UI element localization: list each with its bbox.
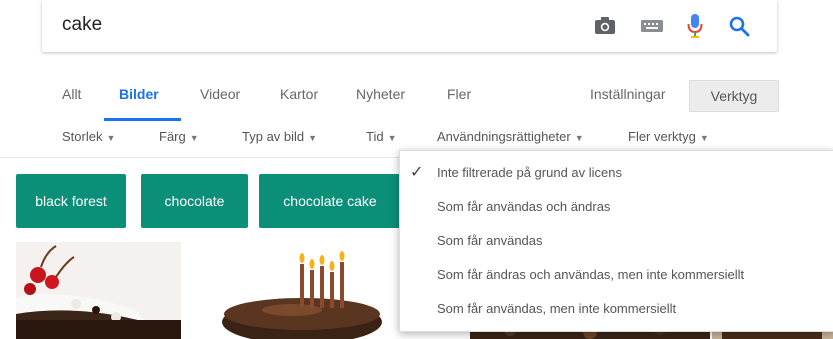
filter-usage-rights[interactable]: Användningsrättigheter ▼ xyxy=(437,129,584,144)
tab-all[interactable]: Allt xyxy=(62,86,81,102)
menu-item-reuse[interactable]: Som får användas xyxy=(400,224,833,258)
image-result-cherry-cake[interactable] xyxy=(16,242,181,339)
image-result-birthday-cake[interactable] xyxy=(192,242,399,339)
filter-bar: Storlek ▼ Färg ▼ Typ av bild ▼ Tid ▼ Användn… xyxy=(0,120,833,154)
chip-black-forest[interactable]: black forest xyxy=(16,174,126,228)
filter-more-tools[interactable]: Fler verktyg ▼ xyxy=(628,129,709,144)
microphone-icon[interactable] xyxy=(682,13,708,39)
menu-item-not-filtered[interactable]: ✓ Inte filtrerade på grund av licens xyxy=(400,156,833,190)
caret-down-icon: ▼ xyxy=(574,133,584,143)
caret-down-icon: ▼ xyxy=(308,133,318,143)
caret-down-icon: ▼ xyxy=(387,133,397,143)
tab-more[interactable]: Fler xyxy=(447,86,471,102)
search-tabs: Allt Bilder Videor Kartor Nyheter Fler I… xyxy=(0,72,833,122)
menu-item-reuse-noncommercial[interactable]: Som får användas, men inte kommersiellt xyxy=(400,292,833,326)
menu-item-reuse-modify[interactable]: Som får användas och ändras xyxy=(400,190,833,224)
camera-icon[interactable] xyxy=(592,13,618,39)
usage-rights-menu: ✓ Inte filtrerade på grund av licens Som… xyxy=(399,150,833,332)
caret-down-icon: ▼ xyxy=(106,133,116,143)
filter-type[interactable]: Typ av bild ▼ xyxy=(242,129,317,144)
checkmark-icon: ✓ xyxy=(410,164,424,181)
keyboard-icon[interactable] xyxy=(639,13,665,39)
chip-chocolate[interactable]: chocolate xyxy=(141,174,248,228)
search-box[interactable]: cake xyxy=(42,0,777,52)
filter-size[interactable]: Storlek ▼ xyxy=(62,129,115,144)
search-icon[interactable] xyxy=(726,13,752,39)
menu-item-reuse-modify-noncommercial[interactable]: Som får ändras och användas, men inte ko… xyxy=(400,258,833,292)
tools-button[interactable]: Verktyg xyxy=(689,80,779,112)
caret-down-icon: ▼ xyxy=(189,133,199,143)
tab-images[interactable]: Bilder xyxy=(119,86,159,102)
filter-time[interactable]: Tid ▼ xyxy=(366,129,397,144)
search-input[interactable]: cake xyxy=(62,14,102,36)
chip-chocolate-cake[interactable]: chocolate cake xyxy=(259,174,401,228)
tab-news[interactable]: Nyheter xyxy=(356,86,405,102)
settings-link[interactable]: Inställningar xyxy=(590,86,666,102)
filter-color[interactable]: Färg ▼ xyxy=(159,129,199,144)
tab-maps[interactable]: Kartor xyxy=(280,86,318,102)
caret-down-icon: ▼ xyxy=(699,133,709,143)
tab-videos[interactable]: Videor xyxy=(200,86,240,102)
